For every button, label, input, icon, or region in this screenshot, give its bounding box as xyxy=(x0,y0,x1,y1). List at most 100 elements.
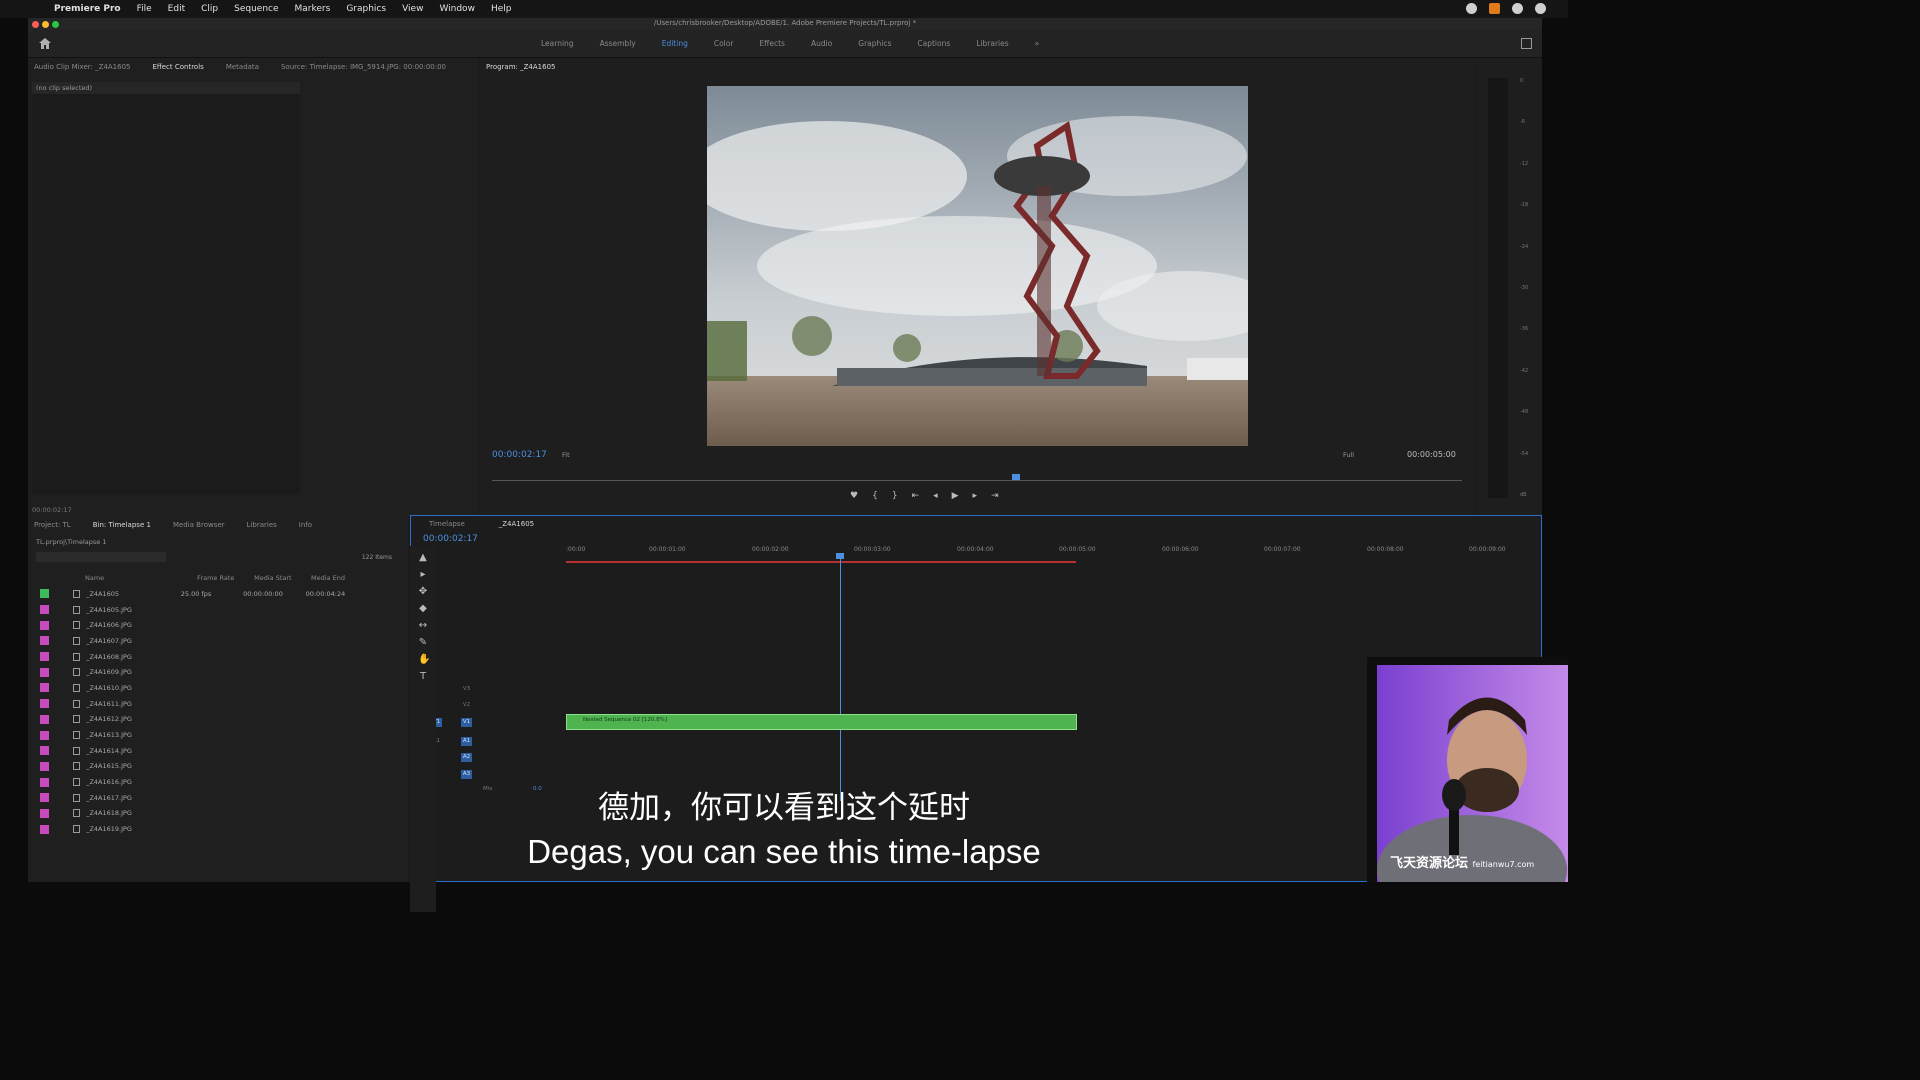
track-label[interactable]: V2 xyxy=(461,701,472,710)
menu-help[interactable]: Help xyxy=(491,4,512,14)
tab-metadata[interactable]: Metadata xyxy=(226,63,259,71)
hand-tool-icon[interactable]: ✋ xyxy=(418,655,430,665)
track-label[interactable]: A3 xyxy=(461,770,472,779)
tab-media-browser[interactable]: Media Browser xyxy=(173,521,225,529)
tab-effect-controls[interactable]: Effect Controls xyxy=(152,63,203,71)
menu-window[interactable]: Window xyxy=(439,4,475,14)
workspace-editing[interactable]: Editing xyxy=(662,39,688,48)
label-color-swatch[interactable] xyxy=(40,699,49,709)
workspace-color[interactable]: Color xyxy=(714,39,734,48)
menu-edit[interactable]: Edit xyxy=(168,4,185,14)
workspace-libraries[interactable]: Libraries xyxy=(976,39,1008,48)
list-item[interactable]: _Z4A1615.JPG xyxy=(28,759,368,775)
list-item[interactable]: _Z4A1611.JPG xyxy=(28,696,368,712)
menu-view[interactable]: View xyxy=(402,4,423,14)
workspace-audio[interactable]: Audio xyxy=(811,39,832,48)
label-color-swatch[interactable] xyxy=(40,652,49,662)
tab-program[interactable]: Program: _Z4A1605 xyxy=(486,63,555,71)
label-color-swatch[interactable] xyxy=(40,620,49,630)
type-tool-icon[interactable]: T xyxy=(418,672,428,682)
program-video-frame[interactable] xyxy=(707,86,1248,446)
tab-sequence-timelapse[interactable]: Timelapse xyxy=(429,520,465,528)
label-color-swatch[interactable] xyxy=(40,636,49,646)
share-icon[interactable] xyxy=(1521,38,1532,49)
workspace-more-button[interactable]: » xyxy=(1035,39,1040,48)
wifi-icon[interactable] xyxy=(1535,3,1546,14)
track-label[interactable]: V3 xyxy=(461,685,472,694)
tab-sequence-active[interactable]: _Z4A1605 xyxy=(499,520,534,528)
menu-markers[interactable]: Markers xyxy=(295,4,331,14)
step-back-button[interactable]: ◂ xyxy=(933,491,938,501)
workspace-captions[interactable]: Captions xyxy=(917,39,950,48)
column-media-start[interactable]: Media Start xyxy=(254,574,311,586)
menu-file[interactable]: File xyxy=(137,4,152,14)
bin-search-input[interactable] xyxy=(36,552,166,562)
tab-info[interactable]: Info xyxy=(299,521,312,529)
tab-libraries[interactable]: Libraries xyxy=(247,521,277,529)
razor-tool-icon[interactable]: ◆ xyxy=(418,604,428,614)
mark-in-button[interactable]: { xyxy=(872,491,878,501)
column-media-end[interactable]: Media End xyxy=(311,574,368,586)
timeline-playhead[interactable] xyxy=(840,556,841,801)
add-marker-button[interactable]: ♥ xyxy=(850,491,858,501)
pen-tool-icon[interactable]: ✎ xyxy=(418,638,428,648)
program-scrub-bar[interactable] xyxy=(492,474,1462,481)
menu-graphics[interactable]: Graphics xyxy=(346,4,386,14)
zoom-fit-dropdown[interactable]: Fit xyxy=(562,451,570,459)
selection-tool-icon[interactable]: ▲ xyxy=(418,553,428,563)
timeline-ruler[interactable]: :00:00 00:00:01:00 00:00:02:00 00:00:03:… xyxy=(566,542,1541,560)
list-item[interactable]: _Z4A1609.JPG xyxy=(28,664,368,680)
track-select-tool-icon[interactable]: ▸ xyxy=(418,570,428,580)
column-name[interactable]: Name xyxy=(85,574,197,586)
play-button[interactable]: ▶ xyxy=(952,491,959,501)
list-item[interactable]: _Z4A1608.JPG xyxy=(28,649,368,665)
track-label[interactable]: A1 xyxy=(461,737,472,746)
label-color-swatch[interactable] xyxy=(40,605,49,615)
list-item[interactable]: _Z4A1607.JPG xyxy=(28,633,368,649)
workspace-assembly[interactable]: Assembly xyxy=(600,39,636,48)
list-item[interactable]: _Z4A1605.JPG xyxy=(28,602,368,618)
menu-app[interactable]: Premiere Pro xyxy=(54,4,121,14)
list-item[interactable]: _Z4A1613.JPG xyxy=(28,727,368,743)
program-timecode[interactable]: 00:00:02:17 xyxy=(492,450,547,460)
record-icon[interactable] xyxy=(1466,3,1477,14)
tab-project[interactable]: Project: TL xyxy=(34,521,71,529)
vlc-icon[interactable] xyxy=(1489,3,1500,14)
tab-audio-clip-mixer[interactable]: Audio Clip Mixer: _Z4A1605 xyxy=(34,63,130,71)
label-color-swatch[interactable] xyxy=(40,761,49,771)
step-forward-button[interactable]: ▸ xyxy=(973,491,978,501)
list-item[interactable]: _Z4A1614.JPG xyxy=(28,743,368,759)
workspace-effects[interactable]: Effects xyxy=(759,39,785,48)
track-label[interactable]: A2 xyxy=(461,753,472,762)
creative-cloud-icon[interactable] xyxy=(1512,3,1523,14)
label-color-swatch[interactable] xyxy=(40,730,49,740)
label-color-swatch[interactable] xyxy=(40,746,49,756)
list-item[interactable]: _Z4A1612.JPG xyxy=(28,712,368,728)
label-color-swatch[interactable] xyxy=(40,714,49,724)
home-icon[interactable] xyxy=(39,38,51,49)
go-to-out-button[interactable]: ⇥ xyxy=(991,491,999,501)
effect-controls-body[interactable] xyxy=(32,94,300,494)
menu-clip[interactable]: Clip xyxy=(201,4,218,14)
label-color-swatch[interactable] xyxy=(40,683,49,693)
label-color-swatch[interactable] xyxy=(40,667,49,677)
program-playhead-handle[interactable] xyxy=(1012,474,1020,480)
tab-source[interactable]: Source: Timelapse: IMG_5914.JPG: 00:00:0… xyxy=(281,63,446,71)
tab-bin[interactable]: Bin: Timelapse 1 xyxy=(93,521,151,529)
menu-sequence[interactable]: Sequence xyxy=(234,4,278,14)
list-item[interactable]: _Z4A1610.JPG xyxy=(28,680,368,696)
timeline-timecode[interactable]: 00:00:02:17 xyxy=(423,534,478,544)
column-frame-rate[interactable]: Frame Rate xyxy=(197,574,254,586)
label-color-swatch[interactable] xyxy=(40,589,49,599)
work-area-bar[interactable] xyxy=(566,561,1076,563)
list-item[interactable]: _Z4A1605 25.00 fps 00:00:00:00 00:00:04:24 xyxy=(28,586,368,602)
list-item[interactable]: _Z4A1606.JPG xyxy=(28,617,368,633)
workspace-learning[interactable]: Learning xyxy=(541,39,574,48)
mark-out-button[interactable]: } xyxy=(892,491,898,501)
track-label[interactable]: V1 xyxy=(461,718,472,727)
go-to-in-button[interactable]: ⇤ xyxy=(912,491,920,501)
slip-tool-icon[interactable]: ↔ xyxy=(418,621,428,631)
ripple-edit-tool-icon[interactable]: ✥ xyxy=(418,587,428,597)
resolution-dropdown[interactable]: Full xyxy=(1343,451,1354,459)
nested-sequence-clip[interactable]: Nested Sequence 02 [120.8%] xyxy=(566,714,1077,730)
